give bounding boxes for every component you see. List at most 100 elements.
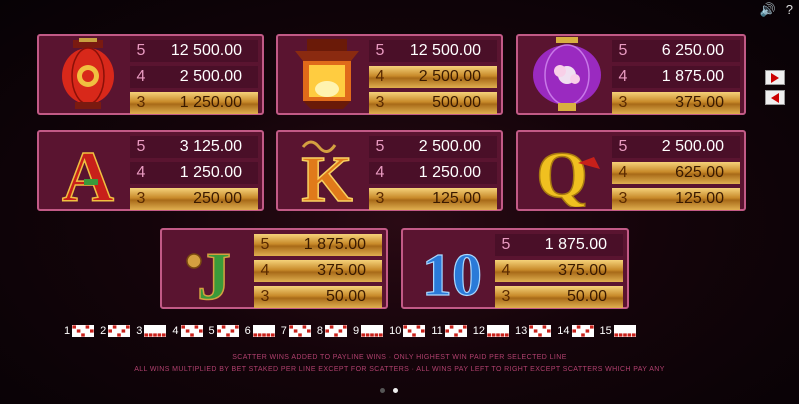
payline-number: 5 — [208, 325, 215, 337]
rules-text-2: ALL WINS MULTIPLIED BY BET STAKED PER LI… — [134, 366, 665, 373]
payline-pattern-icon — [72, 325, 95, 337]
payline-item: 5 — [209, 325, 239, 337]
paytable-panel-j: J 51 875.00 4 375.00 3 50.00 — [160, 228, 388, 309]
pay-rows: 5 12 500.00 42 500.00 3 500.00 — [369, 40, 497, 114]
payline-item: 2 — [100, 325, 131, 337]
pay-row: 52 500.00 — [612, 136, 740, 158]
pay-rows: 53 125.00 41 250.00 3 250.00 — [130, 136, 258, 210]
paytable-panel-purple-lantern: 56 250.00 41 875.00 3 375.00 — [516, 34, 746, 115]
paytable-panel-10: 10 51 875.00 4 375.00 3 50.00 — [401, 228, 629, 309]
arrow-left-icon — [771, 92, 779, 103]
pay-rows: 52 500.00 41 250.00 3 125.00 — [369, 136, 497, 210]
page-dot-active[interactable] — [393, 388, 398, 393]
payline-number: 15 — [599, 325, 612, 337]
payline-number: 7 — [280, 325, 287, 337]
payline-number: 11 — [431, 325, 443, 337]
payline-pattern-icon — [529, 325, 552, 337]
pay-row: 5 12 500.00 — [130, 40, 258, 62]
payline-item: 15 — [600, 325, 636, 337]
payline-number: 4 — [172, 325, 179, 337]
pay-rows: 52 500.00 4 625.00 3 125.00 — [612, 136, 740, 210]
pay-row: 56 250.00 — [612, 40, 740, 62]
paytable-panel-red-lantern: 5 12 500.00 42 500.00 31 250.00 — [37, 34, 264, 115]
payline-pattern-icon — [613, 325, 636, 337]
pay-row: 42 500.00 — [369, 66, 497, 88]
payline-number: 3 — [136, 325, 143, 337]
rules-text-1: SCATTER WINS ADDED TO PAYLINE WINS · ONL… — [232, 354, 567, 361]
payline-item: 4 — [172, 325, 203, 337]
pay-row: 41 875.00 — [612, 66, 740, 88]
pay-row: 51 875.00 — [495, 234, 623, 256]
payline-pattern-icon — [144, 325, 167, 337]
payline-pattern-icon — [325, 325, 347, 337]
payline-pattern-icon — [288, 325, 311, 337]
pay-row: 3 500.00 — [369, 92, 497, 114]
pay-row: 4 625.00 — [612, 162, 740, 184]
speaker-icon[interactable]: 🔊 — [760, 2, 776, 18]
payline-item: 7 — [281, 325, 311, 337]
pay-row: 52 500.00 — [369, 136, 497, 158]
payline-item: 11 — [431, 325, 467, 337]
pay-row: 5 12 500.00 — [369, 40, 497, 62]
payline-number: 9 — [353, 325, 360, 337]
pay-row: 41 250.00 — [369, 162, 497, 184]
letter-a-icon: A — [39, 132, 137, 209]
page-dot[interactable] — [380, 388, 385, 393]
arrow-right-icon — [771, 72, 779, 83]
payline-pattern-icon — [571, 325, 594, 337]
payline-number: 10 — [389, 325, 402, 337]
pay-row: 4 375.00 — [254, 260, 382, 282]
symbol-label: J — [197, 238, 231, 305]
payline-pattern-icon — [361, 325, 384, 337]
payline-item: 3 — [136, 325, 167, 337]
pay-rows: 51 875.00 4 375.00 3 50.00 — [495, 234, 623, 308]
payline-pattern-icon — [444, 325, 467, 337]
paytable-panel-q: Q 52 500.00 4 625.00 3 125.00 — [516, 130, 746, 211]
letter-j-icon: J — [162, 230, 258, 307]
pay-row: 51 875.00 — [254, 234, 382, 256]
pay-rows: 51 875.00 4 375.00 3 50.00 — [254, 234, 382, 308]
pay-row: 4 375.00 — [495, 260, 623, 282]
pay-row: 41 250.00 — [130, 162, 258, 184]
gold-lantern-icon — [278, 36, 376, 113]
symbol-label: A — [62, 137, 114, 207]
payline-pattern-icon — [403, 325, 426, 337]
payline-number: 12 — [472, 325, 486, 337]
letter-q-icon: Q — [518, 132, 616, 209]
pay-rows: 56 250.00 41 875.00 3 375.00 — [612, 40, 740, 114]
pay-row: 3 125.00 — [612, 188, 740, 210]
purple-lantern-icon — [518, 36, 616, 113]
payline-item: 8 — [317, 325, 347, 337]
payline-number: 8 — [316, 325, 323, 337]
pay-row: 3 50.00 — [495, 286, 623, 308]
payline-item: 6 — [245, 325, 275, 337]
red-lantern-icon — [39, 36, 137, 113]
pay-row: 3 50.00 — [254, 286, 382, 308]
top-controls: 🔊 ? — [760, 2, 793, 18]
paytable-panel-gold-lantern: 5 12 500.00 42 500.00 3 500.00 — [276, 34, 503, 115]
payline-item: 9 — [353, 325, 384, 337]
payline-pattern-icon — [108, 325, 131, 337]
page-indicator — [380, 388, 398, 393]
payline-number: 1 — [64, 325, 71, 337]
payline-pattern-icon — [216, 325, 239, 337]
pay-row: 3 250.00 — [130, 188, 258, 210]
payline-item: 13 — [515, 325, 552, 337]
payline-pattern-icon — [252, 325, 275, 337]
payline-item: 10 — [389, 325, 426, 337]
pay-row: 3 375.00 — [612, 92, 740, 114]
payline-item: 1 — [64, 325, 95, 337]
help-button[interactable]: ? — [786, 2, 793, 18]
symbol-label: 10 — [422, 242, 482, 305]
payline-item: 14 — [557, 325, 594, 337]
symbol-label: Q — [536, 139, 587, 207]
paytable-panel-a: A 53 125.00 41 250.00 3 250.00 — [37, 130, 264, 211]
payline-number: 2 — [100, 325, 107, 337]
pay-row: 3 125.00 — [369, 188, 497, 210]
number-10-icon: 10 — [403, 230, 501, 307]
next-page-button[interactable] — [765, 70, 785, 85]
payline-legend: 1 2 3 4 5 6 7 8 9 10 11 12 13 14 15 — [64, 325, 636, 337]
pay-rows: 5 12 500.00 42 500.00 31 250.00 — [130, 40, 258, 114]
prev-page-button[interactable] — [765, 90, 785, 105]
paytable-panel-k: K 52 500.00 41 250.00 3 125.00 — [276, 130, 503, 211]
